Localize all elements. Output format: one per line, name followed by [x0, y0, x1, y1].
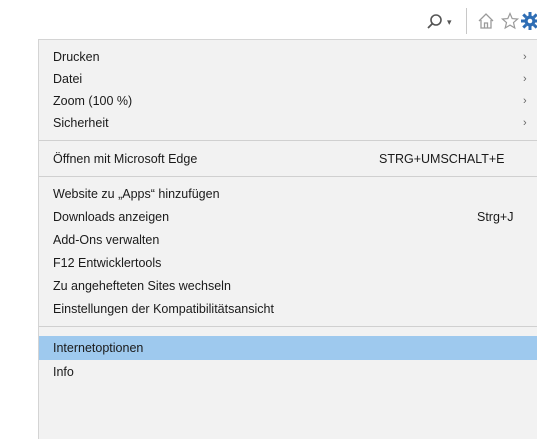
menu-item-compatibility-view-settings[interactable]: Einstellungen der Kompatibilitätsansicht — [39, 298, 537, 320]
chevron-right-icon: › — [523, 95, 527, 107]
menu-item-label: F12 Entwicklertools — [53, 256, 162, 270]
browser-toolbar: ▾ — [0, 0, 537, 40]
ie-tools-window: ▾ Drucken › Datei › Zoom (100 %) › Siche… — [0, 0, 537, 439]
menu-item-manage-addons[interactable]: Add-Ons verwalten — [39, 229, 537, 251]
menu-item-label: Internetoptionen — [53, 341, 144, 355]
menu-item-shortcut: Strg+J — [477, 210, 514, 224]
menu-item-label: Drucken — [53, 50, 100, 64]
menu-item-label: Einstellungen der Kompatibilitätsansicht — [53, 302, 274, 316]
tools-menu: Drucken › Datei › Zoom (100 %) › Sicherh… — [38, 39, 537, 439]
gear-icon[interactable] — [520, 10, 537, 32]
menu-item-label: Zoom (100 %) — [53, 94, 133, 108]
menu-item-label: Öffnen mit Microsoft Edge — [53, 152, 198, 166]
search-icon[interactable] — [425, 12, 445, 32]
menu-divider — [39, 326, 537, 327]
menu-item-add-site-to-apps[interactable]: Website zu „Apps“ hinzufügen — [39, 183, 537, 205]
menu-item-internet-options[interactable]: Internetoptionen — [39, 336, 537, 360]
menu-item-label: Downloads anzeigen — [53, 210, 170, 224]
chevron-down-icon[interactable]: ▾ — [447, 15, 457, 29]
star-icon[interactable] — [500, 11, 520, 31]
menu-item-label: Website zu „Apps“ hinzufügen — [53, 187, 220, 201]
menu-item-go-to-pinned-sites[interactable]: Zu angehefteten Sites wechseln — [39, 275, 537, 297]
menu-item-about[interactable]: Info — [39, 361, 537, 383]
menu-item-f12-dev-tools[interactable]: F12 Entwicklertools — [39, 252, 537, 274]
chevron-right-icon: › — [523, 73, 527, 85]
toolbar-separator — [466, 8, 467, 34]
menu-item-label: Add-Ons verwalten — [53, 233, 160, 247]
menu-item-print[interactable]: Drucken › — [39, 46, 537, 68]
menu-item-security[interactable]: Sicherheit › — [39, 112, 537, 134]
menu-divider — [39, 176, 537, 177]
menu-divider — [39, 140, 537, 141]
menu-item-label: Zu angehefteten Sites wechseln — [53, 279, 231, 293]
menu-item-label: Info — [53, 365, 74, 379]
home-icon[interactable] — [476, 11, 496, 31]
menu-item-open-in-edge[interactable]: Öffnen mit Microsoft Edge STRG+UMSCHALT+… — [39, 148, 537, 170]
chevron-right-icon: › — [523, 51, 527, 63]
chevron-right-icon: › — [523, 117, 527, 129]
menu-item-label: Sicherheit — [53, 116, 109, 130]
menu-item-view-downloads[interactable]: Downloads anzeigen Strg+J — [39, 206, 537, 228]
menu-item-zoom[interactable]: Zoom (100 %) › — [39, 90, 537, 112]
menu-item-file[interactable]: Datei › — [39, 68, 537, 90]
menu-item-shortcut: STRG+UMSCHALT+E — [379, 152, 505, 166]
menu-item-label: Datei — [53, 72, 83, 86]
